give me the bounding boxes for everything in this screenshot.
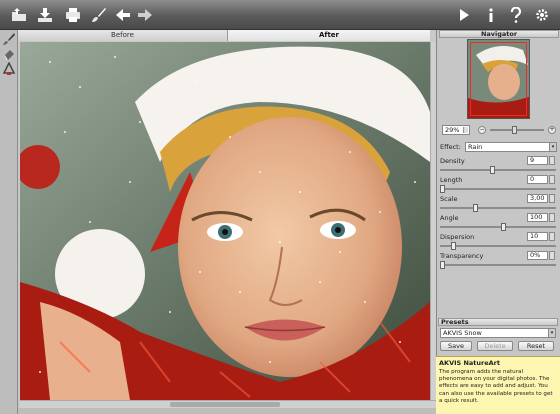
effect-select[interactable]: Rain ▾ (465, 142, 557, 152)
save-preset-button[interactable]: Save (440, 341, 472, 351)
param-slider-knob[interactable] (489, 166, 495, 174)
navigator-thumbnail[interactable] (467, 39, 530, 119)
param-slider-knob[interactable] (440, 185, 445, 193)
param-label: Density (440, 157, 465, 165)
param-slider-track[interactable] (440, 207, 556, 209)
chevron-down-icon (463, 127, 468, 133)
presets-title: Presets (438, 318, 558, 326)
horizontal-scroll-thumb[interactable] (170, 402, 280, 407)
spinner-icon[interactable] (549, 194, 555, 203)
param-transparency: Transparency 0% (440, 251, 556, 271)
eraser-icon[interactable] (2, 47, 16, 61)
settings-gear-icon[interactable] (533, 6, 551, 24)
delete-preset-button[interactable]: Delete (477, 341, 513, 351)
horizontal-scrollbar[interactable] (20, 400, 436, 408)
save-download-icon[interactable] (36, 6, 54, 24)
param-value-input[interactable]: 10 (527, 232, 548, 241)
info-icon[interactable] (482, 6, 500, 24)
navigator-title: Navigator (439, 30, 559, 38)
zoom-select[interactable]: 29% (442, 125, 470, 135)
status-strip (18, 408, 436, 414)
param-slider-track[interactable] (440, 226, 556, 228)
help-icon[interactable] (507, 6, 525, 24)
open-folder-icon[interactable] (10, 6, 28, 24)
reset-button[interactable]: Reset (518, 341, 554, 351)
brush-icon[interactable] (90, 6, 108, 24)
param-label: Dispersion (440, 233, 475, 241)
zoom-value: 29% (445, 126, 460, 134)
param-slider-track[interactable] (440, 188, 556, 190)
param-slider-track[interactable] (440, 169, 556, 171)
zoom-out-icon[interactable]: − (478, 126, 486, 134)
help-panel: AKVIS NatureArt The program adds the nat… (436, 356, 560, 414)
param-label: Scale (440, 195, 458, 203)
play-icon[interactable] (455, 6, 473, 24)
help-title: AKVIS NatureArt (439, 359, 500, 367)
history-brush-icon[interactable] (2, 61, 16, 76)
param-value-input[interactable]: 0% (527, 251, 548, 260)
main-toolbar (0, 0, 560, 30)
effect-value: Rain (468, 143, 483, 151)
param-value-input[interactable]: 100 (527, 213, 548, 222)
param-slider-knob[interactable] (451, 242, 456, 250)
param-length: Length 0 (440, 175, 556, 195)
spinner-icon[interactable] (549, 232, 555, 241)
retouch-brush-icon[interactable] (2, 32, 16, 46)
help-text: The program adds the natural phenomena o… (439, 369, 553, 404)
zoom-slider-track[interactable] (490, 129, 544, 131)
param-value-input[interactable]: 0 (527, 175, 548, 184)
forward-arrow-icon[interactable] (136, 6, 154, 24)
param-value-input[interactable]: 3,00 (527, 194, 548, 203)
tab-before[interactable]: Before (18, 30, 228, 41)
param-slider-knob[interactable] (473, 204, 478, 212)
param-slider-knob[interactable] (500, 223, 506, 231)
param-label: Angle (440, 214, 459, 222)
zoom-in-icon[interactable]: + (548, 126, 556, 134)
param-label: Length (440, 176, 463, 184)
preset-value: AKVIS Snow (443, 329, 482, 337)
spinner-icon[interactable] (549, 175, 555, 184)
photo-image (20, 42, 430, 400)
navigator-view-rect[interactable] (470, 42, 527, 116)
spinner-icon[interactable] (549, 251, 555, 260)
effect-label: Effect: (440, 143, 461, 151)
tool-strip (0, 30, 18, 414)
param-angle: Angle 100 (440, 213, 556, 233)
zoom-controls: 29% − + (438, 125, 558, 135)
chevron-down-icon: ▾ (549, 143, 556, 151)
tab-after[interactable]: After (228, 30, 430, 41)
print-icon[interactable] (64, 6, 82, 24)
view-tabs: Before After (18, 30, 430, 41)
param-slider-track[interactable] (440, 245, 556, 247)
back-arrow-icon[interactable] (114, 6, 132, 24)
param-density: Density 9 (440, 156, 556, 176)
param-slider-knob[interactable] (440, 261, 445, 269)
param-scale: Scale 3,00 (440, 194, 556, 214)
spinner-icon[interactable] (549, 156, 555, 165)
param-dispersion: Dispersion 10 (440, 232, 556, 252)
image-canvas[interactable] (20, 42, 430, 400)
chevron-down-icon: ▾ (548, 329, 555, 337)
spinner-icon[interactable] (549, 213, 555, 222)
effect-row: Effect: Rain ▾ (440, 142, 558, 152)
param-value-input[interactable]: 9 (527, 156, 548, 165)
param-slider-track[interactable] (440, 264, 556, 266)
param-label: Transparency (440, 252, 484, 260)
zoom-slider-knob[interactable] (512, 126, 517, 134)
preset-select[interactable]: AKVIS Snow ▾ (440, 328, 556, 338)
